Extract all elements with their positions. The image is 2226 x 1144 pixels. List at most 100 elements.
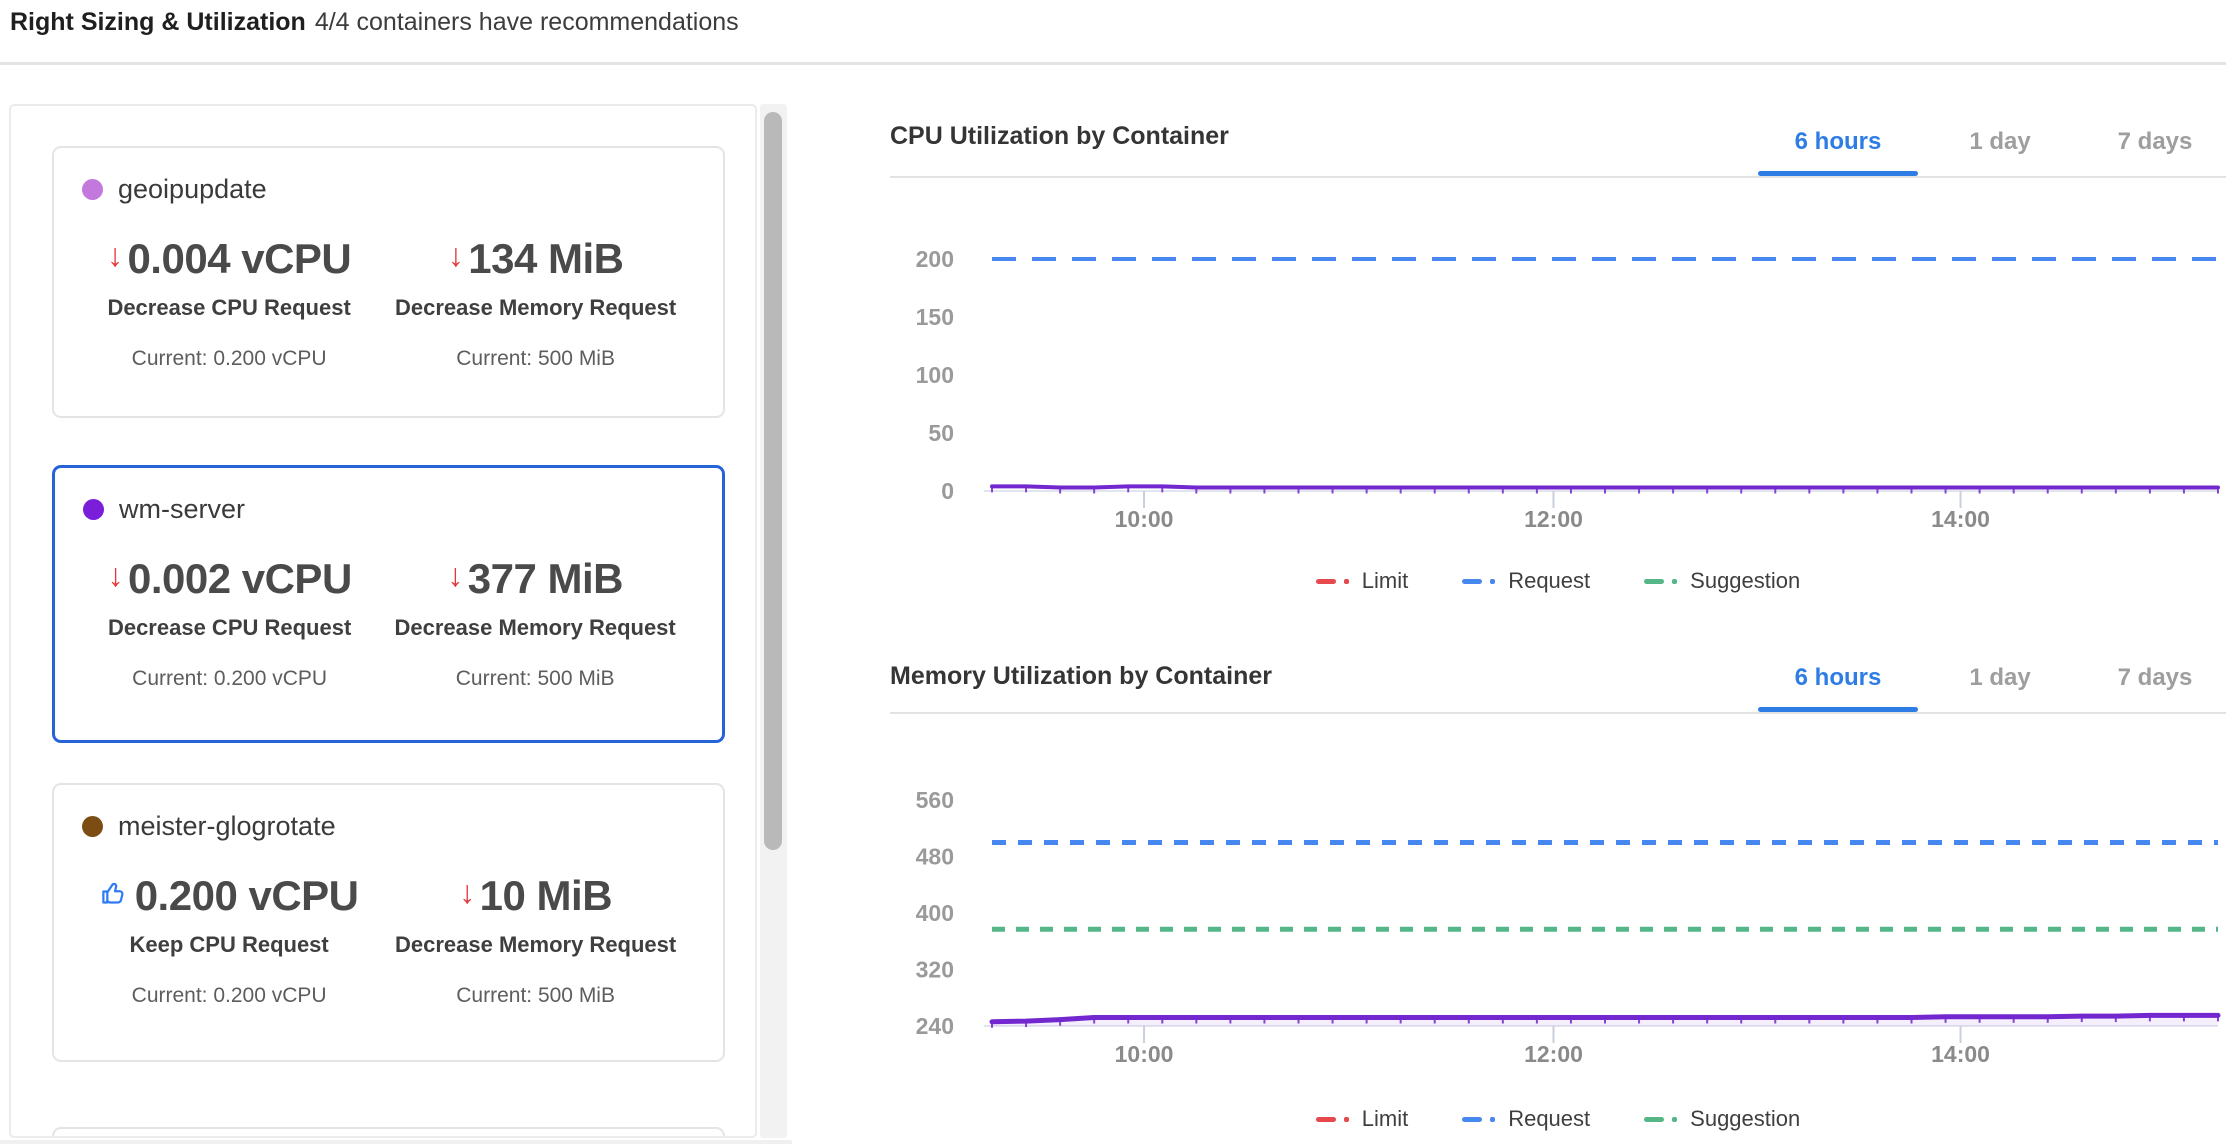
tab-6-hours[interactable]: 6 hours — [1758, 126, 1918, 176]
metric-column: ↓377 MiB Decrease Memory Request Current: … — [376, 555, 694, 691]
legend-dot-swatch — [1344, 1117, 1349, 1122]
cpu-time-range-tabs: 6 hours1 day7 days — [1758, 126, 2226, 176]
x-axis-tick-label: 10:00 — [1115, 506, 1174, 532]
legend-dot-swatch — [1490, 579, 1495, 584]
legend-item-suggestion[interactable]: Suggestion — [1644, 1106, 1800, 1132]
legend-label: Limit — [1362, 1106, 1408, 1132]
decrease-arrow-icon: ↓ — [107, 240, 123, 270]
memory-chart-header-divider — [890, 712, 2226, 714]
y-axis-tick-label: 100 — [916, 362, 954, 388]
legend-item-request[interactable]: Request — [1462, 568, 1590, 594]
metric-action-label: Decrease Memory Request — [376, 295, 695, 321]
metric-current-value: Current: 500 MiB — [376, 984, 695, 1008]
metric-value: ↓377 MiB — [376, 555, 694, 603]
memory-chart-title: Memory Utilization by Container — [890, 662, 1272, 691]
metric-action-label: Decrease CPU Request — [83, 615, 376, 641]
metric-value-text: 0.002 vCPU — [128, 555, 352, 603]
container-card-header: geoipupdate — [82, 174, 695, 205]
legend-item-request[interactable]: Request — [1462, 1106, 1590, 1132]
legend-dot-swatch — [1672, 579, 1677, 584]
decrease-arrow-icon: ↓ — [107, 560, 123, 590]
container-card-header: wm-server — [83, 494, 694, 525]
decrease-arrow-icon: ↓ — [459, 877, 475, 907]
legend-label: Suggestion — [1690, 1106, 1800, 1132]
x-axis-tick-label: 14:00 — [1931, 506, 1990, 532]
legend-label: Limit — [1362, 568, 1408, 594]
header-divider — [0, 62, 2226, 65]
container-dot-icon — [82, 816, 103, 837]
y-axis-tick-label: 240 — [916, 1013, 954, 1039]
page-title: Right Sizing & Utilization — [10, 8, 306, 36]
tab-7-days[interactable]: 7 days — [2080, 126, 2226, 176]
metric-column: 0.200 vCPU Keep CPU Request Current: 0.200… — [82, 872, 376, 1008]
legend-dash-swatch — [1644, 1117, 1664, 1122]
container-card[interactable]: wm-server↓0.002 vCPUDecrease CPU Request… — [52, 465, 725, 743]
metric-value: ↓134 MiB — [376, 235, 695, 283]
thumbs-up-icon — [100, 880, 127, 907]
y-axis-tick-label: 50 — [928, 420, 954, 446]
containers-panel: geoipupdate↓0.004 vCPUDecrease CPU Reque… — [9, 104, 757, 1138]
metric-value: 0.200 vCPU — [82, 872, 376, 920]
panel-bottom-edge — [0, 1140, 792, 1144]
container-card-header: meister-glogrotate — [82, 811, 695, 842]
legend-item-suggestion[interactable]: Suggestion — [1644, 568, 1800, 594]
decrease-arrow-icon: ↓ — [447, 560, 463, 590]
metric-column: ↓0.004 vCPUDecrease CPU RequestCurrent: … — [82, 235, 376, 371]
memory-chart-legend: Limit Request Suggestion — [890, 1106, 2226, 1132]
y-axis-tick-label: 480 — [916, 844, 954, 870]
tab-7-days[interactable]: 7 days — [2080, 662, 2226, 712]
legend-dot-swatch — [1344, 579, 1349, 584]
tab-6-hours[interactable]: 6 hours — [1758, 662, 1918, 712]
metrics-row: ↓0.004 vCPUDecrease CPU RequestCurrent: … — [82, 235, 695, 371]
page-subtitle: 4/4 containers have recommendations — [315, 8, 739, 36]
legend-label: Request — [1508, 1106, 1590, 1132]
cpu-chart-title: CPU Utilization by Container — [890, 122, 1229, 151]
metric-value: ↓0.002 vCPU — [83, 555, 376, 603]
legend-item-limit[interactable]: Limit — [1316, 568, 1408, 594]
legend-dash-swatch — [1462, 1117, 1482, 1122]
metric-column: ↓10 MiB Decrease Memory Request Current: 5… — [376, 872, 695, 1008]
legend-dot-swatch — [1490, 1117, 1495, 1122]
metric-value-text: 10 MiB — [480, 872, 612, 920]
metrics-row: ↓0.002 vCPUDecrease CPU RequestCurrent: … — [83, 555, 694, 691]
metrics-row: 0.200 vCPU Keep CPU Request Current: 0.200… — [82, 872, 695, 1008]
legend-dash-swatch — [1644, 579, 1664, 584]
container-dot-icon — [83, 499, 104, 520]
metric-value-text: 134 MiB — [468, 235, 623, 283]
container-card[interactable]: geoipupdate↓0.004 vCPUDecrease CPU Reque… — [52, 146, 725, 418]
container-name: wm-server — [119, 494, 245, 525]
metric-current-value: Current: 0.200 vCPU — [82, 984, 376, 1008]
metric-value-text: 0.200 vCPU — [135, 872, 359, 920]
decrease-arrow-icon: ↓ — [448, 240, 464, 270]
metric-current-value: Current: 500 MiB — [376, 347, 695, 371]
legend-dash-swatch — [1462, 579, 1482, 584]
metric-value-text: 0.004 vCPU — [127, 235, 351, 283]
legend-item-limit[interactable]: Limit — [1316, 1106, 1408, 1132]
tab-1-day[interactable]: 1 day — [1930, 126, 2070, 176]
legend-dash-swatch — [1316, 579, 1336, 584]
y-axis-tick-label: 150 — [916, 304, 954, 330]
container-card[interactable]: meister-glogrotate 0.200 vCPU Keep CPU Req… — [52, 783, 725, 1062]
y-axis-tick-label: 400 — [916, 900, 954, 926]
container-name: meister-glogrotate — [118, 811, 336, 842]
metric-action-label: Decrease Memory Request — [376, 615, 694, 641]
metric-current-value: Current: 500 MiB — [376, 667, 694, 691]
memory-utilization-chart: 10:0012:0014:00240320400480560 — [890, 730, 2226, 1080]
cpu-chart-header-divider — [890, 176, 2226, 178]
metric-value: ↓10 MiB — [376, 872, 695, 920]
legend-dash-swatch — [1316, 1117, 1336, 1122]
metric-value-text: 377 MiB — [468, 555, 623, 603]
metric-current-value: Current: 0.200 vCPU — [83, 667, 376, 691]
metric-action-label: Decrease CPU Request — [82, 295, 376, 321]
list-scrollbar-thumb[interactable] — [764, 112, 782, 850]
container-card-partial[interactable] — [52, 1127, 725, 1138]
metric-action-label: Keep CPU Request — [82, 932, 376, 958]
metric-action-label: Decrease Memory Request — [376, 932, 695, 958]
legend-dot-swatch — [1672, 1117, 1677, 1122]
tab-1-day[interactable]: 1 day — [1930, 662, 2070, 712]
metric-value: ↓0.004 vCPU — [82, 235, 376, 283]
y-axis-tick-label: 320 — [916, 957, 954, 983]
y-axis-tick-label: 200 — [916, 246, 954, 272]
metric-column: ↓134 MiB Decrease Memory Request Current: … — [376, 235, 695, 371]
legend-label: Request — [1508, 568, 1590, 594]
